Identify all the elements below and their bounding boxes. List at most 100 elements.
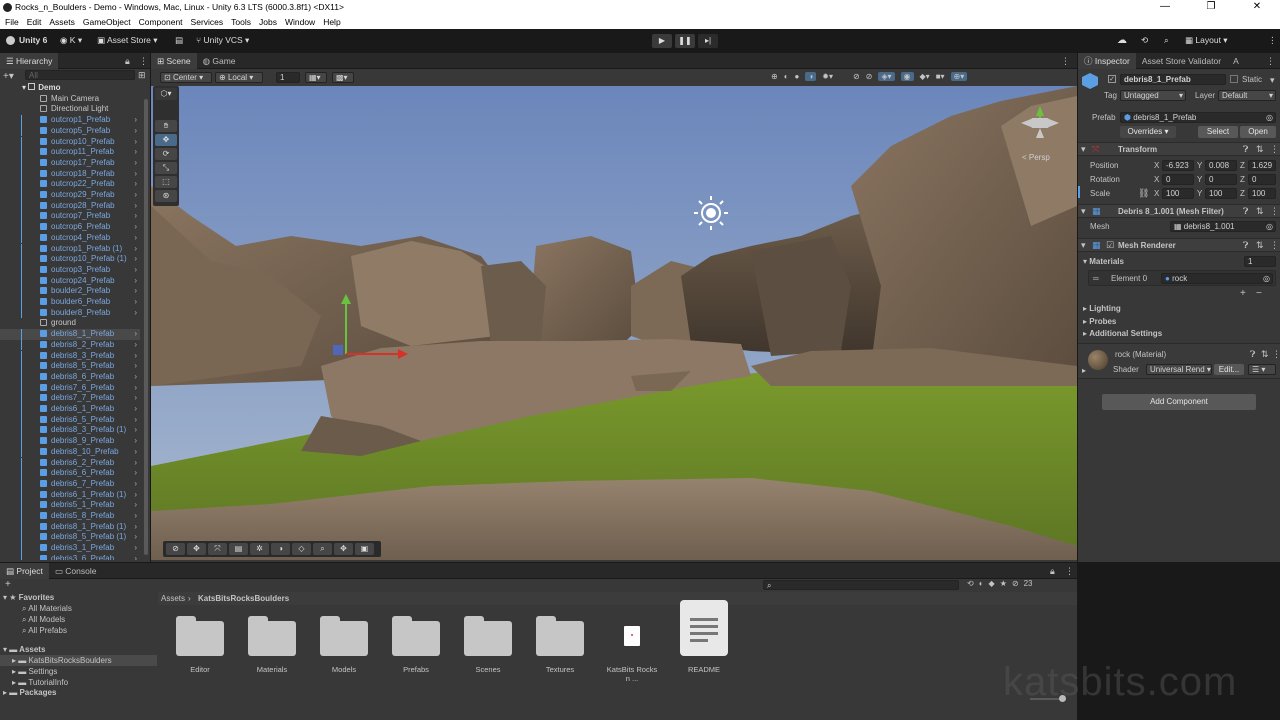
- object-picker-icon[interactable]: ◎: [1266, 222, 1273, 231]
- tab-more[interactable]: A: [1227, 53, 1245, 69]
- hierarchy-item[interactable]: debris8_6_Prefab ›: [0, 371, 140, 383]
- position-z-input[interactable]: 1.629: [1248, 160, 1276, 171]
- prefab-open-icon[interactable]: ›: [134, 479, 137, 490]
- menu-gameobject[interactable]: GameObject: [83, 17, 131, 27]
- material-slot-field[interactable]: ● rock ◎: [1161, 273, 1273, 284]
- add-material-button[interactable]: +: [1240, 288, 1246, 299]
- hierarchy-item[interactable]: Directional Light: [0, 104, 140, 115]
- fav-all-models[interactable]: ⌕ All Models: [22, 615, 65, 625]
- overlay-tool-6-icon[interactable]: ◑: [271, 543, 290, 555]
- help-icon[interactable]: ❓︎: [1250, 349, 1255, 360]
- unity-account-button[interactable]: Unity 6: [6, 35, 47, 45]
- filter-type-icon[interactable]: ◐: [979, 579, 984, 588]
- prefab-open-icon[interactable]: ›: [134, 393, 137, 404]
- materials-foldout[interactable]: ▾ Materials: [1083, 257, 1124, 266]
- scene-menu-icon[interactable]: ⋮: [1061, 56, 1070, 67]
- layout-dropdown[interactable]: ▦ Layout ▾: [1185, 35, 1228, 46]
- favorites-foldout[interactable]: ▾ ★ Favorites: [3, 593, 54, 602]
- menu-tools[interactable]: Tools: [231, 17, 251, 27]
- prefab-open-icon[interactable]: ›: [134, 115, 137, 126]
- prefab-open-icon[interactable]: ›: [134, 233, 137, 244]
- hierarchy-item[interactable]: debris8_5_Prefab (1) ›: [0, 532, 140, 544]
- rect-tool-icon[interactable]: ⬚: [155, 176, 177, 188]
- hierarchy-search-input[interactable]: All: [25, 70, 135, 80]
- prefab-open-icon[interactable]: ›: [134, 190, 137, 201]
- tab-hierarchy[interactable]: ☰ Hierarchy: [0, 52, 59, 69]
- lighting-foldout[interactable]: ▸ Lighting: [1083, 304, 1121, 313]
- tab-scene[interactable]: ⊞ Scene: [151, 52, 197, 69]
- fav-all-prefabs[interactable]: ⌕ All Prefabs: [22, 626, 67, 636]
- maximize-button[interactable]: ❐: [1188, 0, 1234, 15]
- overlay-tool-8-icon[interactable]: ⌕: [313, 543, 332, 555]
- menu-assets[interactable]: Assets: [49, 17, 75, 27]
- gizmos-icon[interactable]: ⊕▾: [950, 72, 968, 81]
- hierarchy-menu-icon[interactable]: ⋮: [139, 56, 148, 67]
- hierarchy-item[interactable]: ground: [0, 318, 140, 329]
- prefab-open-icon[interactable]: ›: [134, 254, 137, 265]
- hierarchy-item[interactable]: debris5_1_Prefab ›: [0, 500, 140, 511]
- hierarchy-item[interactable]: debris5_8_Prefab ›: [0, 511, 140, 522]
- renderer-enabled-checkbox[interactable]: ☑: [1106, 240, 1114, 251]
- hierarchy-item[interactable]: debris3_1_Prefab ›: [0, 543, 140, 554]
- position-x-input[interactable]: -6.923: [1162, 160, 1194, 171]
- probes-foldout[interactable]: ▸ Probes: [1083, 317, 1116, 326]
- shading-wireframe-icon[interactable]: ◐: [784, 72, 789, 81]
- scale-y-input[interactable]: 100: [1205, 188, 1237, 199]
- prefab-open-icon[interactable]: ›: [134, 158, 137, 169]
- add-component-button[interactable]: Add Component: [1102, 394, 1256, 410]
- play-button[interactable]: ▶: [652, 34, 672, 48]
- preset-icon[interactable]: ⇅: [1256, 240, 1264, 251]
- rotate-tool-icon[interactable]: ⟳: [155, 148, 177, 160]
- menu-edit[interactable]: Edit: [27, 17, 42, 27]
- minimize-button[interactable]: —: [1142, 0, 1188, 15]
- hierarchy-item[interactable]: boulder8_Prefab ›: [0, 307, 140, 319]
- search-options-icon[interactable]: ⊞: [138, 70, 146, 81]
- shading-solid-icon[interactable]: ●: [795, 72, 800, 81]
- constrain-proportions-icon[interactable]: ⛓︎: [1138, 188, 1149, 199]
- rotation-x-input[interactable]: 0: [1162, 174, 1194, 185]
- menu-services[interactable]: Services: [191, 17, 224, 27]
- component-menu-icon[interactable]: ⋮: [1272, 349, 1280, 360]
- tree-tutorialinfo[interactable]: ▸ ▬ TutorialInfo: [12, 678, 68, 687]
- pivot-dropdown[interactable]: ⊡ Center ▾: [160, 72, 212, 83]
- overlay-tool-3-icon[interactable]: ⤧: [208, 543, 227, 555]
- static-dropdown-icon[interactable]: ▾: [1270, 75, 1275, 86]
- menu-component[interactable]: Component: [139, 17, 183, 27]
- fav-all-materials[interactable]: ⌕ All Materials: [22, 604, 72, 614]
- shader-options-dropdown[interactable]: ☰ ▾: [1248, 364, 1276, 375]
- mesh-filter-header[interactable]: ▾ ▦ Debris 8_1.001 (Mesh Filter) ❓︎ ⇅ ⋮: [1078, 204, 1280, 218]
- package-icon[interactable]: ▤: [175, 35, 183, 46]
- position-y-input[interactable]: 0.008: [1205, 160, 1237, 171]
- scene-root[interactable]: ▾ Demo: [22, 83, 150, 94]
- rotation-y-input[interactable]: 0: [1205, 174, 1237, 185]
- active-checkbox[interactable]: ✓: [1108, 75, 1116, 83]
- object-name-field[interactable]: debris8_1_Prefab: [1120, 74, 1226, 85]
- prefab-open-icon[interactable]: ›: [134, 415, 137, 426]
- pause-button[interactable]: ❚❚: [675, 34, 695, 48]
- hierarchy-item[interactable]: outcrop10_Prefab (1) ›: [0, 254, 140, 265]
- prefab-open-icon[interactable]: ›: [134, 351, 137, 362]
- 2d-toggle-icon[interactable]: ⊘: [853, 72, 860, 81]
- menu-file[interactable]: File: [5, 17, 19, 27]
- hierarchy-item[interactable]: outcrop17_Prefab ›: [0, 157, 140, 169]
- hierarchy-item[interactable]: debris6_1_Prefab (1) ›: [0, 489, 140, 501]
- object-picker-icon[interactable]: ◎: [1266, 113, 1273, 122]
- hierarchy-item[interactable]: outcrop3_Prefab ›: [0, 264, 140, 276]
- prefab-open-icon[interactable]: ›: [134, 436, 137, 447]
- hierarchy-item[interactable]: outcrop22_Prefab ›: [0, 179, 140, 190]
- tag-dropdown[interactable]: Untagged ▾: [1120, 90, 1186, 101]
- hierarchy-item[interactable]: debris6_5_Prefab ›: [0, 414, 140, 426]
- hierarchy-scrollbar[interactable]: [144, 99, 148, 555]
- hierarchy-item[interactable]: debris8_10_Prefab ›: [0, 446, 140, 458]
- hierarchy-item[interactable]: outcrop10_Prefab ›: [0, 136, 140, 148]
- prefab-open-icon[interactable]: ›: [134, 137, 137, 148]
- prefab-open-icon[interactable]: ›: [134, 286, 137, 297]
- tab-project[interactable]: ▤ Project: [0, 562, 49, 579]
- prefab-open-icon[interactable]: ›: [134, 126, 137, 137]
- prefab-open-icon[interactable]: ›: [134, 383, 137, 394]
- tab-inspector[interactable]: ⓘ Inspector: [1078, 52, 1136, 69]
- prefab-open-icon[interactable]: ›: [134, 169, 137, 180]
- menu-jobs[interactable]: Jobs: [259, 17, 277, 27]
- overlay-tool-2-icon[interactable]: ✥: [187, 543, 206, 555]
- prefab-open-icon[interactable]: ›: [134, 244, 137, 255]
